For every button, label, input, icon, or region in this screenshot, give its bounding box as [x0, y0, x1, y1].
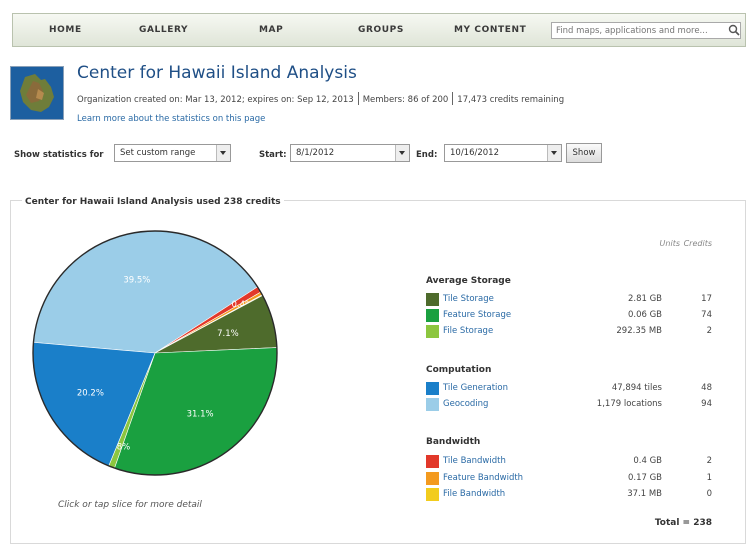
range-select[interactable]: Set custom range: [114, 144, 231, 162]
group-bandwidth: Bandwidth: [426, 437, 481, 447]
credits-value: 0: [706, 489, 712, 499]
nav-gallery[interactable]: GALLERY: [139, 25, 188, 35]
legend-swatch: [426, 309, 439, 322]
total-credits: Total = 238: [654, 518, 712, 528]
nav-my-content[interactable]: MY CONTENT: [454, 25, 526, 35]
chevron-down-icon: [216, 145, 230, 161]
chevron-down-icon: [547, 145, 561, 161]
range-select-value: Set custom range: [120, 148, 196, 158]
legend-item-geocoding[interactable]: Geocoding: [443, 399, 488, 409]
pie-label: 7.1%: [217, 329, 239, 339]
divider: [357, 92, 359, 105]
units-value: 47,894 tiles: [611, 383, 662, 393]
divider: [452, 92, 454, 105]
credits-value: 2: [706, 456, 712, 466]
nav-groups[interactable]: GROUPS: [358, 25, 404, 35]
legend-swatch: [426, 488, 439, 501]
units-value: 0.4 GB: [633, 456, 662, 466]
pie-label: 39.5%: [123, 276, 150, 286]
legend-swatch: [426, 455, 439, 468]
units-value: 0.17 GB: [627, 473, 662, 483]
pie-label: 31.1%: [187, 410, 214, 420]
credits-value: 2: [706, 326, 712, 336]
top-nav: HOME GALLERY MAP GROUPS MY CONTENT: [12, 13, 746, 47]
chevron-down-icon: [395, 145, 409, 161]
credits-value: 1: [706, 473, 712, 483]
group-average-storage: Average Storage: [426, 276, 511, 286]
legend-swatch: [426, 293, 439, 306]
credits-value: 48: [701, 383, 712, 393]
panel-title: Center for Hawaii Island Analysis used 2…: [22, 197, 284, 207]
units-column-header: Units: [659, 239, 680, 248]
legend-item-feature-bandwidth[interactable]: Feature Bandwidth: [443, 473, 523, 483]
legend-item-tile-bandwidth[interactable]: Tile Bandwidth: [443, 456, 506, 466]
pie-caption: Click or tap slice for more detail: [58, 500, 202, 510]
org-logo: [10, 66, 64, 120]
start-date-field[interactable]: 8/1/2012: [290, 144, 410, 162]
credits-value: 94: [701, 399, 712, 409]
units-value: 292.35 MB: [616, 326, 662, 336]
legend-item-file-storage[interactable]: File Storage: [443, 326, 493, 336]
units-value: 2.81 GB: [627, 294, 662, 304]
search-icon[interactable]: [728, 24, 740, 36]
start-date-value: 8/1/2012: [296, 148, 335, 158]
units-value: 0.06 GB: [627, 310, 662, 320]
units-value: 37.1 MB: [627, 489, 662, 499]
units-value: 1,179 locations: [596, 399, 662, 409]
end-date-field[interactable]: 10/16/2012: [444, 144, 562, 162]
members-count: Members: 86 of 200: [362, 95, 449, 105]
learn-more-link[interactable]: Learn more about the statistics on this …: [77, 114, 265, 124]
end-date-value: 10/16/2012: [450, 148, 499, 158]
legend-swatch: [426, 398, 439, 411]
legend-item-tile-generation[interactable]: Tile Generation: [443, 383, 508, 393]
search-input[interactable]: [551, 22, 741, 39]
pie-label: 20.2%: [77, 388, 104, 398]
legend-swatch: [426, 472, 439, 485]
nav-home[interactable]: HOME: [49, 25, 82, 35]
credits-column-header: Credits: [683, 239, 712, 248]
nav-map[interactable]: MAP: [259, 25, 283, 35]
end-label: End:: [416, 150, 438, 160]
credits-remaining: 17,473 credits remaining: [457, 95, 565, 105]
start-label: Start:: [259, 150, 287, 160]
credits-pie-chart[interactable]: 39.5%0.4%7.1%31.1%0.8%20.2%: [30, 228, 286, 484]
credits-value: 17: [701, 294, 712, 304]
show-statistics-label: Show statistics for: [14, 150, 104, 160]
org-dates: Organization created on: Mar 13, 2012; e…: [77, 95, 354, 105]
show-button[interactable]: Show: [566, 143, 602, 163]
credits-value: 74: [701, 310, 712, 320]
legend-item-tile-storage[interactable]: Tile Storage: [443, 294, 494, 304]
legend-swatch: [426, 382, 439, 395]
legend-item-feature-storage[interactable]: Feature Storage: [443, 310, 511, 320]
legend-item-file-bandwidth[interactable]: File Bandwidth: [443, 489, 505, 499]
group-computation: Computation: [426, 365, 492, 375]
legend-swatch: [426, 325, 439, 338]
org-meta: Organization created on: Mar 13, 2012; e…: [77, 92, 564, 105]
page-title: Center for Hawaii Island Analysis: [77, 63, 357, 83]
